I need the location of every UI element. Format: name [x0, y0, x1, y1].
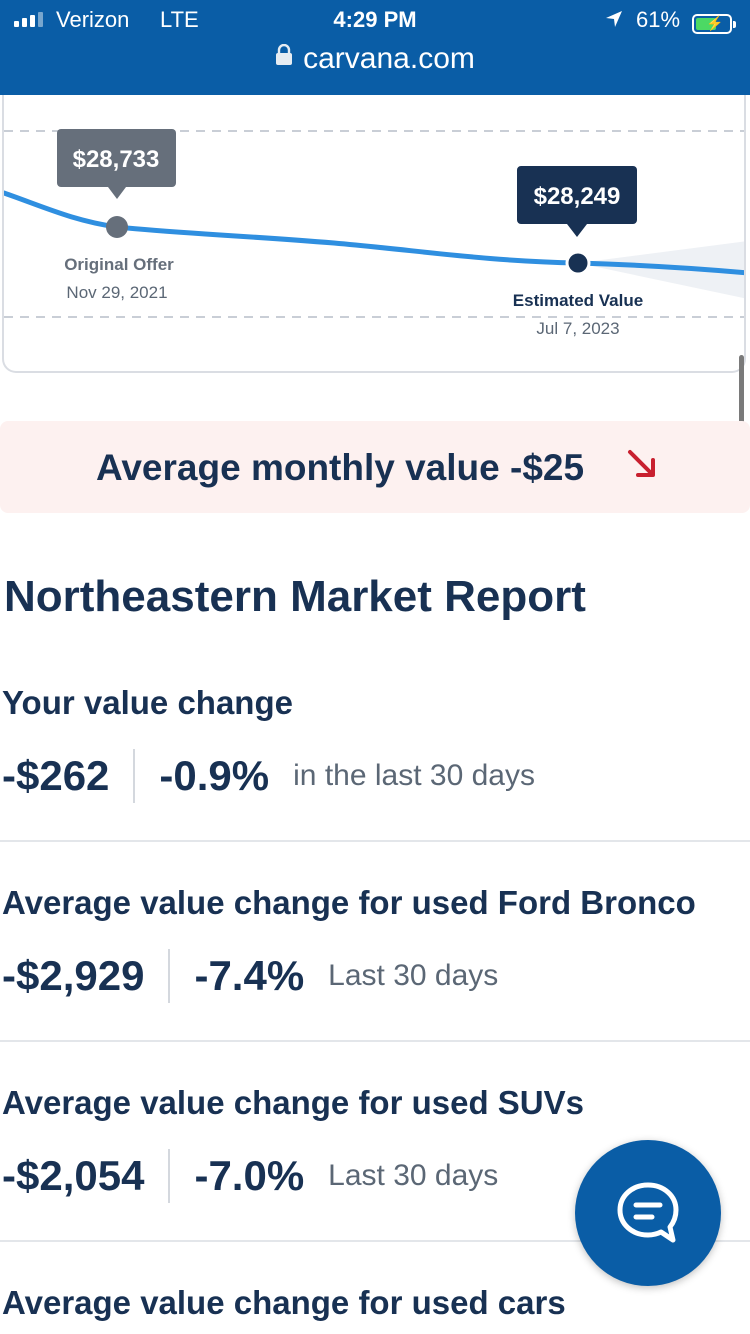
browser-top-bar: Verizon LTE 4:29 PM 61% ⚡ carvana.com — [0, 0, 750, 95]
estimated-value-tooltip: $28,249 — [517, 166, 637, 237]
estimated-value-point — [565, 250, 591, 276]
original-offer-date: Nov 29, 2021 — [66, 283, 167, 302]
trend-down-arrow-icon — [626, 448, 658, 485]
stat-divider — [168, 1149, 171, 1203]
value-change-period: in the last 30 days — [293, 759, 535, 792]
section-title: Your value change — [2, 684, 293, 721]
status-bar: Verizon LTE 4:29 PM 61% ⚡ — [0, 6, 750, 36]
url-text: carvana.com — [303, 42, 475, 75]
estimated-value-price: $28,249 — [534, 183, 621, 210]
stat-divider — [133, 749, 136, 803]
value-change-period: Last 30 days — [328, 1159, 499, 1192]
chat-bubble-icon — [617, 1182, 679, 1243]
stats-row: -$2,054 -7.0% Last 30 days — [2, 1146, 498, 1206]
location-arrow-icon — [604, 9, 624, 35]
value-change-percent: -7.4% — [194, 952, 305, 999]
lock-icon — [275, 40, 293, 74]
original-offer-label: Original Offer — [64, 255, 174, 274]
original-offer-tooltip: $28,733 — [57, 129, 176, 199]
value-change-percent: -0.9% — [159, 752, 270, 799]
battery-percent: 61% — [636, 7, 681, 32]
value-change-percent: -7.0% — [194, 1152, 305, 1199]
chat-button[interactable] — [575, 1140, 721, 1286]
section-title: Average value change for used Ford Bronc… — [2, 884, 696, 921]
section-title: Average value change for used SUVs — [2, 1084, 584, 1121]
value-change-amount: -$2,054 — [2, 1152, 145, 1199]
value-change-amount: -$2,929 — [2, 952, 145, 999]
value-change-period: Last 30 days — [328, 959, 499, 992]
stat-divider — [168, 949, 171, 1003]
estimated-value-date: Jul 7, 2023 — [536, 319, 619, 338]
battery-icon: ⚡ — [692, 14, 736, 34]
address-bar[interactable]: carvana.com — [0, 42, 750, 77]
original-offer-point — [106, 216, 128, 238]
stats-row: -$2,929 -7.4% Last 30 days — [2, 946, 498, 1006]
market-report-title: Northeastern Market Report — [4, 572, 586, 621]
estimated-value-label: Estimated Value — [513, 291, 643, 310]
monthly-value-text: Average monthly value -$25 — [96, 447, 585, 488]
stats-row: -$262 -0.9% in the last 30 days — [2, 746, 535, 806]
original-offer-price: $28,733 — [73, 146, 160, 173]
section-title: Average value change for used cars — [2, 1284, 566, 1321]
section-divider — [0, 1040, 750, 1042]
value-chart: $28,733 Original Offer Nov 29, 2021 $28,… — [4, 129, 744, 338]
section-divider — [0, 840, 750, 842]
value-chart-card: $28,733 Original Offer Nov 29, 2021 $28,… — [2, 95, 746, 373]
value-change-amount: -$262 — [2, 752, 110, 799]
